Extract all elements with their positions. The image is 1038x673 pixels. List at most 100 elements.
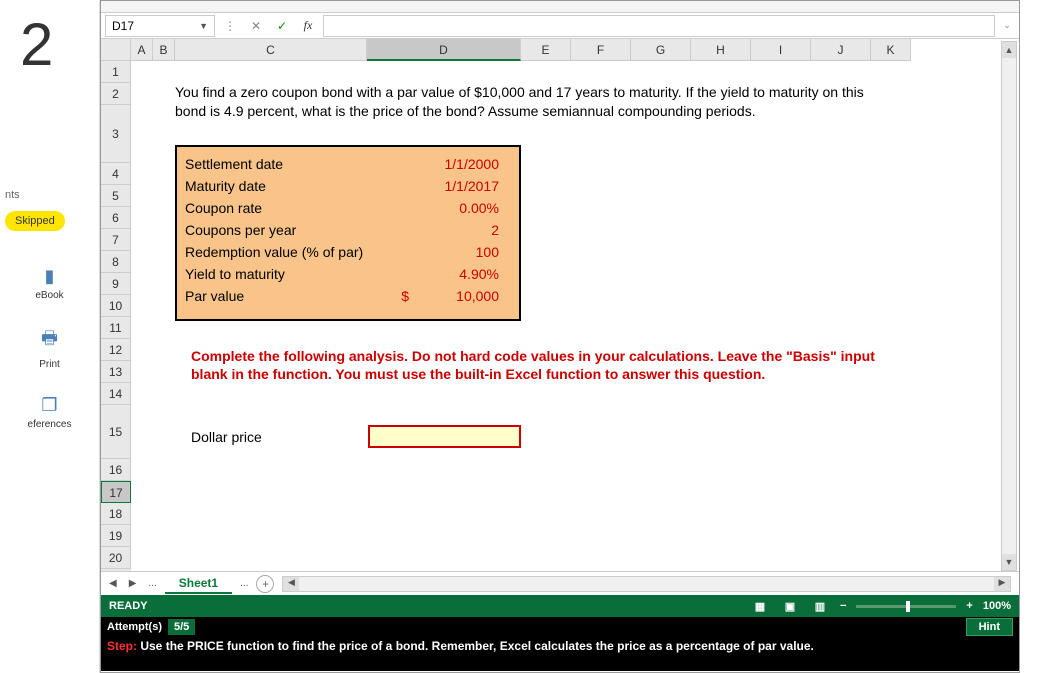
row-header[interactable]: 10	[101, 295, 131, 317]
col-header[interactable]: E	[521, 39, 571, 61]
page-break-icon[interactable]: ▥	[810, 598, 830, 614]
status-ready: READY	[109, 600, 148, 612]
input-currency	[385, 175, 415, 197]
col-header[interactable]: G	[631, 39, 691, 61]
input-row: Yield to maturity 4.90%	[185, 263, 511, 285]
row-headers: 1 2 3 4 5 6 7 8 9 10 11 12 13 14 15 16 1…	[101, 39, 131, 571]
accept-formula-button[interactable]: ✓	[271, 16, 293, 36]
row-header[interactable]: 3	[101, 105, 131, 163]
row-header[interactable]: 8	[101, 251, 131, 273]
sheet-tab-bar: ◀ ▶ ... Sheet1 ... + ◀ ▶	[101, 571, 1019, 595]
col-header-selected[interactable]: D	[367, 39, 521, 61]
col-header[interactable]: H	[691, 39, 751, 61]
chevron-down-icon: ▼	[199, 21, 208, 31]
hint-button[interactable]: Hint	[966, 618, 1013, 636]
tab-more[interactable]: ...	[144, 578, 160, 589]
col-header[interactable]: I	[751, 39, 811, 61]
normal-view-icon[interactable]: ▦	[750, 598, 770, 614]
input-row: Coupon rate0.00%	[185, 197, 511, 219]
input-label: Coupons per year	[185, 219, 385, 241]
vertical-scrollbar[interactable]: ▲ ▼	[1001, 41, 1017, 571]
horizontal-scrollbar[interactable]: ◀ ▶	[282, 576, 1011, 592]
row-header[interactable]: 19	[101, 525, 131, 547]
tab-nav-next[interactable]: ▶	[125, 578, 141, 589]
zoom-slider[interactable]	[856, 605, 956, 608]
formula-input[interactable]	[323, 15, 995, 37]
left-panel: 2 nts Skipped ▮ eBook 🖶 Print ❐ eference…	[0, 0, 100, 673]
row-header[interactable]: 16	[101, 459, 131, 481]
col-header[interactable]: C	[175, 39, 367, 61]
row-header[interactable]: 9	[101, 273, 131, 295]
scroll-left-icon[interactable]: ◀	[283, 577, 299, 591]
row-header[interactable]: 6	[101, 207, 131, 229]
attempt-bar: Attempt(s) 5/5 Hint	[101, 617, 1019, 637]
input-currency	[385, 153, 415, 175]
scroll-up-icon[interactable]: ▲	[1002, 42, 1016, 58]
col-header[interactable]: B	[153, 39, 175, 61]
row-header-selected[interactable]: 17	[101, 481, 131, 503]
input-row: Redemption value (% of par)100	[185, 241, 511, 263]
answer-cell-d17[interactable]	[368, 425, 521, 448]
attempt-count: 5/5	[168, 619, 195, 635]
input-value: 0.00%	[415, 197, 505, 219]
copy-icon: ❐	[5, 395, 94, 416]
zoom-out-button[interactable]: −	[840, 600, 846, 612]
select-all-corner[interactable]	[101, 39, 131, 61]
zoom-level[interactable]: 100%	[983, 600, 1011, 612]
column-headers: A B C D E F G H I J K	[131, 39, 1019, 61]
input-label: Par value	[185, 285, 385, 307]
row-header[interactable]: 4	[101, 163, 131, 185]
input-data-box: Settlement date1/1/2000Maturity date1/1/…	[175, 145, 521, 321]
row-header[interactable]: 14	[101, 383, 131, 405]
scroll-down-icon[interactable]: ▼	[1002, 554, 1016, 570]
separator: ⋮	[219, 16, 241, 36]
grid[interactable]: A B C D E F G H I J K You find a zero co…	[131, 39, 1019, 571]
question-number: 2	[0, 0, 99, 89]
row-header[interactable]: 15	[101, 405, 131, 459]
input-value: 10,000	[415, 285, 505, 307]
ebook-button[interactable]: ▮ eBook	[5, 266, 94, 301]
cancel-formula-button[interactable]: ✕	[245, 16, 267, 36]
row-header[interactable]: 12	[101, 339, 131, 361]
step-text: Use the PRICE function to find the price…	[140, 639, 814, 653]
input-label: Yield to maturity	[185, 263, 385, 285]
row-header[interactable]: 11	[101, 317, 131, 339]
row-header[interactable]: 20	[101, 547, 131, 569]
col-header[interactable]: F	[571, 39, 631, 61]
name-box[interactable]: D17 ▼	[105, 15, 215, 37]
input-label: Redemption value (% of par)	[185, 241, 385, 263]
input-currency	[385, 219, 415, 241]
zoom-in-button[interactable]: +	[966, 600, 972, 612]
col-header[interactable]: A	[131, 39, 153, 61]
input-value: 1/1/2000	[415, 153, 505, 175]
spreadsheet-frame: D17 ▼ ⋮ ✕ ✓ fx ⌄ 1 2 3 4 5 6 7 8 9 10 11…	[100, 0, 1020, 673]
status-bar: READY ▦ ▣ ▥ − + 100%	[101, 595, 1019, 617]
points-label: nts	[0, 189, 99, 201]
row-header[interactable]: 7	[101, 229, 131, 251]
references-button[interactable]: ❐ eferences	[5, 395, 94, 430]
expand-formula-icon[interactable]: ⌄	[999, 20, 1015, 31]
input-row: Coupons per year2	[185, 219, 511, 241]
tab-nav-prev[interactable]: ◀	[105, 578, 121, 589]
col-header[interactable]: K	[871, 39, 911, 61]
row-header[interactable]: 5	[101, 185, 131, 207]
tab-more2[interactable]: ...	[236, 578, 252, 589]
input-value: 4.90%	[415, 263, 505, 285]
page-layout-icon[interactable]: ▣	[780, 598, 800, 614]
answer-label: Dollar price	[191, 429, 262, 445]
scroll-right-icon[interactable]: ▶	[994, 577, 1010, 591]
row-header[interactable]: 2	[101, 83, 131, 105]
fx-button[interactable]: fx	[297, 16, 319, 36]
step-prefix: Step:	[107, 639, 137, 653]
print-icon: 🖶	[5, 326, 94, 356]
row-header[interactable]: 1	[101, 61, 131, 83]
row-header[interactable]: 18	[101, 503, 131, 525]
input-row: Par value$10,000	[185, 285, 511, 307]
sheet-tab-sheet1[interactable]: Sheet1	[165, 574, 232, 594]
input-row: Settlement date1/1/2000	[185, 153, 511, 175]
col-header[interactable]: J	[811, 39, 871, 61]
row-header[interactable]: 13	[101, 361, 131, 383]
ribbon-stub	[101, 1, 1019, 13]
add-sheet-button[interactable]: +	[256, 575, 274, 593]
print-button[interactable]: 🖶 Print	[5, 326, 94, 370]
